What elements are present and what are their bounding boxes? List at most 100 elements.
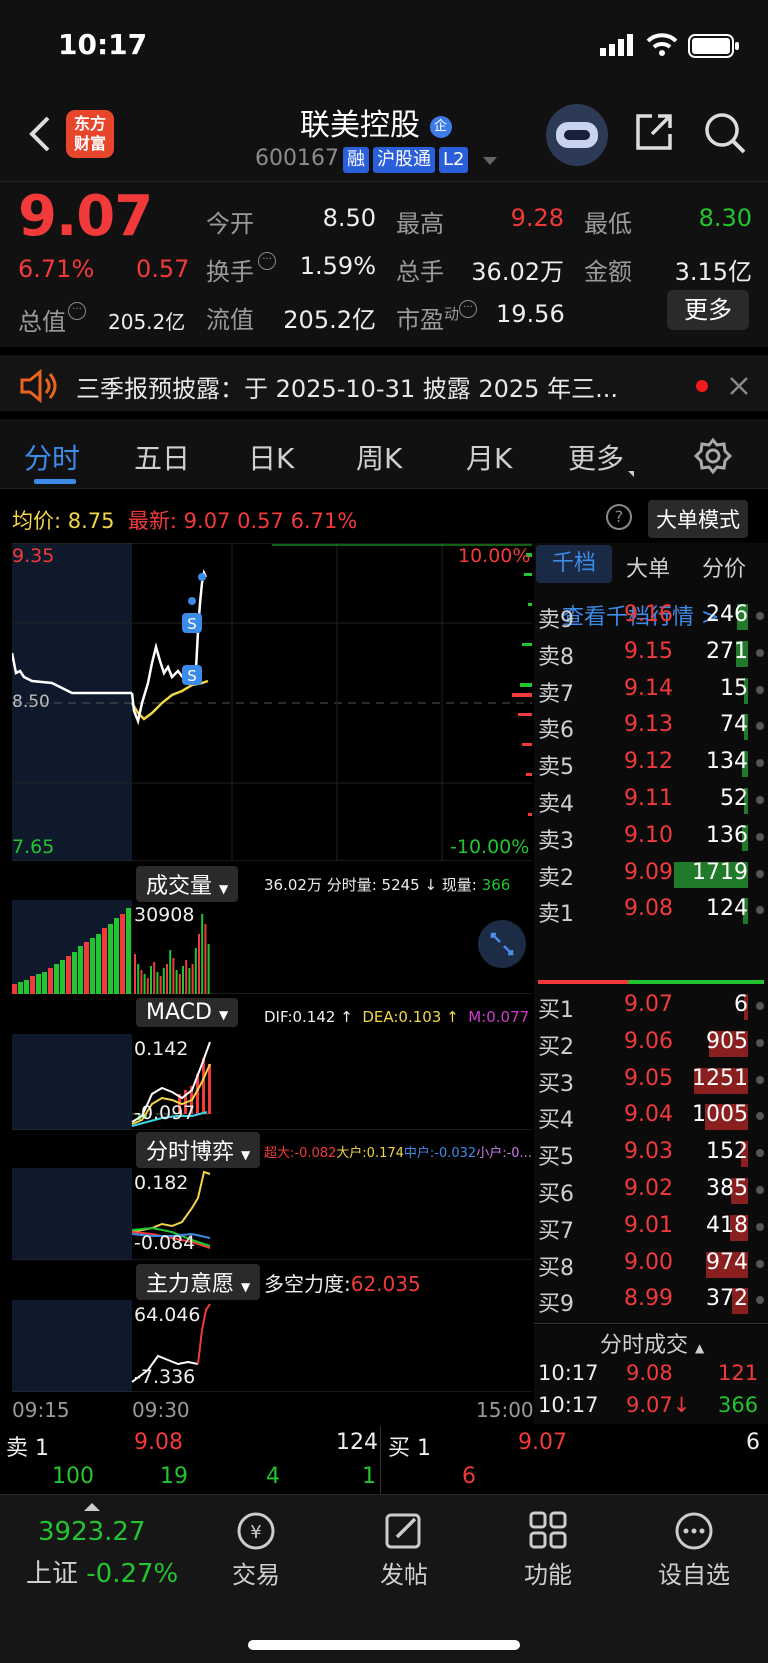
intraday-price-chart[interactable]: S S	[12, 543, 532, 861]
level-label: 买8	[538, 1255, 574, 1281]
open-value: 8.50	[322, 204, 376, 232]
queue-item: 1	[362, 1464, 376, 1489]
level-volume: 136	[706, 822, 748, 848]
notice-bar[interactable]: 三季报预披露：于 2025-10-31 披露 2025 年三...	[0, 347, 768, 419]
tab-add-watchlist[interactable]: 设自选	[652, 1495, 736, 1590]
bid-row[interactable]: 买2 9.06 905	[534, 1025, 768, 1061]
ask-row[interactable]: 卖8 9.15 271	[534, 635, 768, 671]
chevron-down-icon	[483, 157, 498, 165]
volume-bar	[140, 970, 143, 994]
level-dot	[756, 685, 764, 694]
volume-bar	[36, 974, 41, 994]
will-chart[interactable]	[12, 1300, 532, 1392]
chart-top-price: 9.35	[12, 545, 55, 567]
share-icon[interactable]	[632, 110, 676, 154]
volume-bar	[150, 966, 152, 994]
bid-row[interactable]: 买7 9.01 418	[534, 1209, 768, 1245]
ob-tab-price[interactable]: 分价	[702, 551, 746, 583]
back-icon[interactable]	[24, 114, 60, 154]
bid-row[interactable]: 买1 9.07 6	[534, 988, 768, 1024]
volume-bar	[48, 968, 53, 994]
large-order-mode-button[interactable]: 大单模式	[648, 500, 748, 538]
level-volume: 271	[706, 638, 748, 664]
tab-post[interactable]: 发帖	[374, 1495, 434, 1590]
volume-indicator-button[interactable]: 成交量 ▼	[136, 866, 239, 902]
ask-row[interactable]: 卖2 9.09 1719	[534, 856, 768, 892]
queue-item: 6	[462, 1464, 476, 1489]
level-dot	[756, 869, 764, 878]
robot-assistant-icon[interactable]	[546, 104, 608, 166]
tab-intraday[interactable]: 分时	[24, 437, 80, 477]
ask-row[interactable]: 卖5 9.12 134	[534, 745, 768, 781]
turnover-label: 换手 ···	[206, 252, 276, 287]
intraday-info: 均价: 8.75 最新: 9.07 0.57 6.71%	[12, 509, 358, 533]
will-indicator-button[interactable]: 主力意愿 ▼	[136, 1264, 261, 1300]
stock-name[interactable]: 联美控股 企	[300, 100, 452, 144]
level-price: 9.11	[624, 786, 673, 811]
volume-chart[interactable]	[12, 900, 532, 994]
index-value[interactable]: 3923.27	[38, 1517, 146, 1547]
svg-text:¥: ¥	[250, 1522, 261, 1543]
ob-tab-large[interactable]: 大单	[626, 551, 670, 583]
stock-code[interactable]: 600167 融沪股通 L2	[255, 146, 498, 173]
tag-l2: L2	[438, 147, 469, 173]
level-price: 9.09	[624, 859, 673, 885]
volume-bar	[126, 908, 131, 994]
ob-tab-depth[interactable]: 千档	[536, 545, 612, 583]
game-indicator-button[interactable]: 分时博弈 ▼	[136, 1132, 261, 1168]
tag-connect: 沪股通	[372, 147, 435, 173]
volume-bar	[159, 976, 162, 994]
volume-bar	[153, 962, 156, 994]
order-book: 千档 大单 分价 查看千档行情 > 卖9 9.16 246 卖8 9.15 271 卖7 9.…	[534, 543, 768, 1324]
tab-week-k[interactable]: 周K	[356, 437, 402, 477]
tab-day-k[interactable]: 日K	[248, 437, 294, 477]
level-label: 卖3	[538, 828, 574, 854]
level-volume: 385	[706, 1176, 748, 1201]
level-dot	[756, 1296, 764, 1305]
more-dots-icon: ···	[459, 300, 478, 318]
level-price: 9.03	[624, 1139, 673, 1165]
more-button[interactable]: 更多	[667, 290, 749, 330]
home-indicator[interactable]	[248, 1640, 520, 1650]
tab-five-day[interactable]: 五日	[134, 437, 190, 477]
help-icon[interactable]: ?	[606, 504, 632, 530]
search-icon[interactable]	[702, 110, 748, 156]
ask-row[interactable]: 卖6 9.13 74	[534, 708, 768, 744]
gear-icon[interactable]	[694, 437, 732, 475]
ask-row[interactable]: 卖3 9.10 136	[534, 819, 768, 855]
level-volume: 418	[706, 1212, 748, 1238]
tab-more[interactable]: 更多	[568, 437, 635, 477]
more-dots-icon: ···	[258, 252, 276, 270]
level-label: 买5	[538, 1145, 574, 1171]
close-icon[interactable]	[728, 375, 750, 397]
tick-trades[interactable]: 分时成交 ▲ 10:17 9.08 121 10:17 9.07↓ 366	[534, 1325, 768, 1424]
bid-row[interactable]: 买5 9.03 152	[534, 1135, 768, 1171]
verified-icon: 企	[429, 115, 452, 138]
bid-row[interactable]: 买4 9.04 1005	[534, 1098, 768, 1134]
volume-bar	[194, 948, 197, 994]
expand-icon[interactable]	[478, 920, 526, 968]
tab-month-k[interactable]: 月K	[466, 437, 512, 477]
volume-bar	[198, 934, 200, 994]
strip-buy-price: 9.07	[518, 1430, 567, 1455]
ask-row[interactable]: 卖9 9.16 246	[534, 598, 768, 634]
bid-row[interactable]: 买8 9.00 974	[534, 1246, 768, 1282]
level-volume: 246	[706, 602, 748, 627]
game-chart[interactable]	[12, 1168, 532, 1260]
ask-row[interactable]: 卖1 9.08 124	[534, 892, 768, 928]
level-price: 8.99	[624, 1286, 673, 1312]
volume-bar	[18, 982, 23, 994]
ask-row[interactable]: 卖4 9.11 52	[534, 782, 768, 818]
tab-function[interactable]: 功能	[518, 1495, 578, 1590]
level-dot	[756, 1002, 764, 1010]
tab-trade[interactable]: ¥ 交易	[226, 1495, 286, 1590]
volume-bar	[42, 972, 47, 994]
macd-chart[interactable]	[12, 1034, 532, 1130]
bid-row[interactable]: 买6 9.02 385	[534, 1172, 768, 1208]
index-name[interactable]: 上证 -0.27%	[26, 1553, 178, 1590]
macd-indicator-button[interactable]: MACD ▼	[136, 998, 239, 1027]
low-value: 8.30	[698, 204, 752, 232]
bid-row[interactable]: 买9 8.99 372	[534, 1282, 768, 1318]
ask-row[interactable]: 卖7 9.14 15	[534, 672, 768, 708]
bid-row[interactable]: 买3 9.05 1251	[534, 1062, 768, 1098]
